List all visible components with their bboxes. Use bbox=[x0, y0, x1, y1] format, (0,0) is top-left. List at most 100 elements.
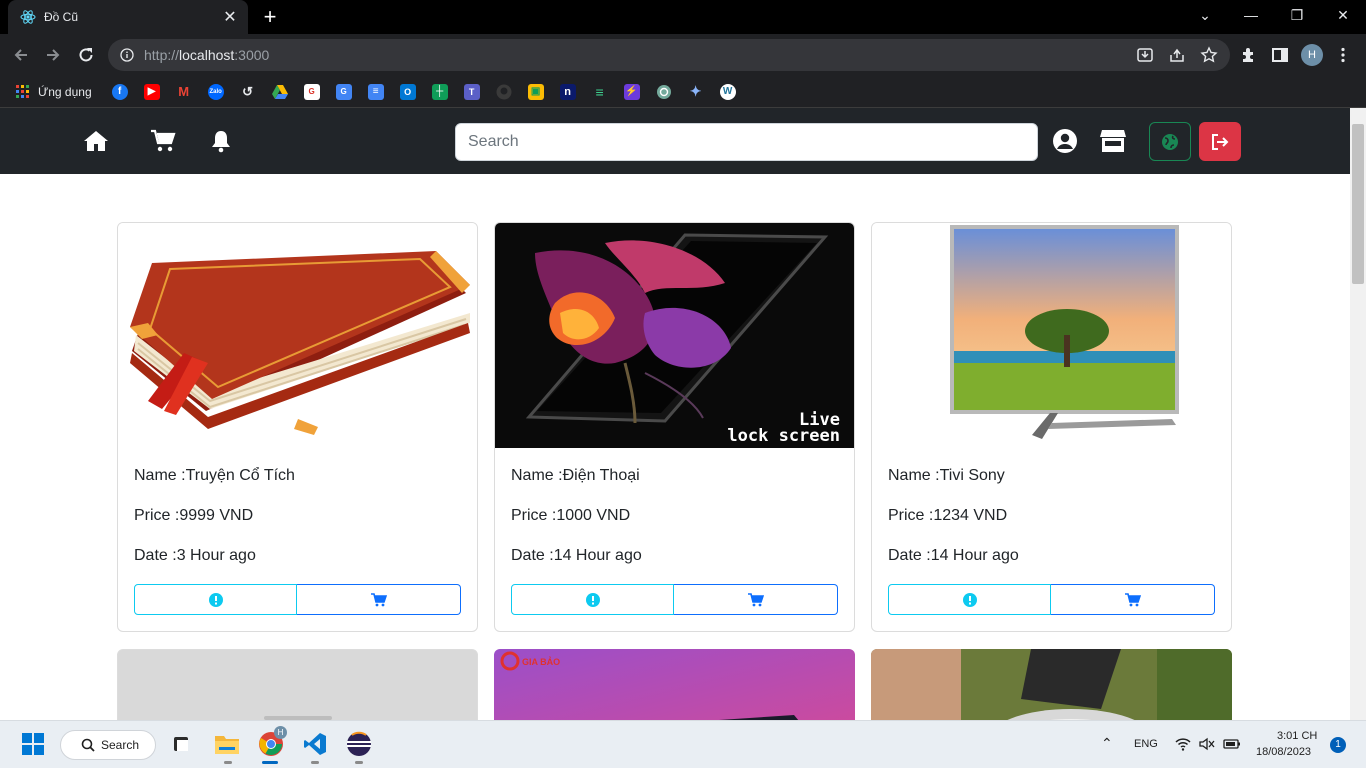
tab-close-icon[interactable]: ✕ bbox=[218, 7, 242, 27]
google-docs-icon[interactable]: ≡ bbox=[367, 83, 384, 100]
bookmark-apps-label: Ứng dụng bbox=[38, 84, 92, 99]
image-caption-lock-screen: lock screen bbox=[727, 426, 840, 446]
extensions-icon[interactable] bbox=[1239, 46, 1257, 64]
back-icon[interactable] bbox=[8, 42, 34, 68]
outlook-icon[interactable]: O bbox=[399, 83, 416, 100]
bookmark-apps[interactable]: Ứng dụng bbox=[16, 84, 92, 99]
google-translate-icon[interactable]: G bbox=[335, 83, 352, 100]
forward-icon[interactable] bbox=[40, 42, 66, 68]
wordpress-icon[interactable]: W bbox=[719, 83, 736, 100]
product-name: Name :Điện Thoại bbox=[511, 467, 640, 484]
restore-button[interactable]: ❐ bbox=[1274, 0, 1320, 30]
side-panel-icon[interactable] bbox=[1271, 46, 1289, 64]
google-drive-icon[interactable] bbox=[271, 83, 288, 100]
site-info-icon[interactable] bbox=[120, 48, 134, 62]
chatgpt-icon[interactable] bbox=[655, 83, 672, 100]
cart-icon[interactable] bbox=[150, 129, 176, 153]
logout-button[interactable] bbox=[1199, 122, 1241, 161]
product-card-partial[interactable] bbox=[117, 649, 478, 720]
install-icon[interactable] bbox=[1136, 46, 1154, 64]
details-button[interactable] bbox=[511, 584, 674, 615]
taskbar-search[interactable]: Search bbox=[60, 730, 156, 760]
google-classroom-icon[interactable]: ▣ bbox=[527, 83, 544, 100]
product-card: Name :Tivi Sony Price :1234 VND Date :14… bbox=[871, 222, 1232, 632]
windows-taskbar: Search H ⌃ ENG 3:01 CH 18/08/2023 1 bbox=[0, 720, 1366, 768]
show-hidden-icons-icon[interactable]: ⌃ bbox=[1101, 735, 1113, 752]
google-sheets-icon[interactable]: ┼ bbox=[431, 83, 448, 100]
facebook-icon[interactable]: f bbox=[111, 83, 128, 100]
history-icon[interactable]: ↺ bbox=[239, 83, 256, 100]
close-window-button[interactable]: ✕ bbox=[1320, 0, 1366, 30]
vscode-icon[interactable] bbox=[300, 729, 330, 759]
add-to-cart-button[interactable] bbox=[297, 584, 461, 615]
url-text: http://localhost:3000 bbox=[144, 47, 270, 63]
bookmark-star-icon[interactable] bbox=[1200, 46, 1218, 64]
browser-tab[interactable]: Đồ Cũ ✕ bbox=[8, 0, 248, 34]
store-icon[interactable] bbox=[1099, 128, 1127, 154]
product-image-tv[interactable] bbox=[872, 223, 1231, 448]
clock-date[interactable]: 18/08/2023 bbox=[1256, 746, 1311, 758]
stream-icon[interactable]: ≡ bbox=[591, 83, 608, 100]
zalo-icon[interactable]: Zalo bbox=[207, 83, 224, 100]
share-icon[interactable] bbox=[1168, 46, 1186, 64]
details-button[interactable] bbox=[134, 584, 297, 615]
notification-badge[interactable]: 1 bbox=[1330, 737, 1346, 753]
address-bar[interactable]: http://localhost:3000 bbox=[108, 39, 1230, 71]
add-to-cart-button[interactable] bbox=[1051, 584, 1215, 615]
site-navbar bbox=[0, 108, 1350, 174]
teams-icon[interactable]: T bbox=[463, 83, 480, 100]
eclipse-icon[interactable] bbox=[344, 729, 374, 759]
windows-start-icon[interactable] bbox=[18, 729, 48, 759]
user-circle-icon[interactable] bbox=[1052, 128, 1078, 154]
n-icon[interactable]: n bbox=[559, 83, 576, 100]
wifi-icon[interactable] bbox=[1175, 737, 1191, 751]
file-explorer-icon[interactable] bbox=[212, 729, 242, 759]
chrome-icon[interactable]: H bbox=[256, 726, 287, 759]
home-icon[interactable] bbox=[83, 129, 109, 153]
product-date: Date :14 Hour ago bbox=[888, 547, 1019, 564]
tab-title: Đồ Cũ bbox=[44, 10, 79, 24]
card-actions bbox=[511, 584, 838, 615]
volume-muted-icon[interactable] bbox=[1199, 737, 1215, 751]
profile-avatar[interactable]: H bbox=[1301, 44, 1323, 66]
product-price: Price :1234 VND bbox=[888, 507, 1008, 524]
apps-grid-icon bbox=[16, 84, 29, 98]
product-name: Name :Tivi Sony bbox=[888, 467, 1005, 484]
product-date: Date :14 Hour ago bbox=[511, 547, 642, 564]
product-price: Price :9999 VND bbox=[134, 507, 254, 524]
minimize-button[interactable]: — bbox=[1228, 0, 1274, 30]
browser-tab-strip: Đồ Cũ ✕ + ⌄ — ❐ ✕ bbox=[0, 0, 1366, 34]
task-view-icon[interactable] bbox=[166, 729, 196, 759]
cart-icon bbox=[370, 592, 387, 606]
menu-kebab-icon[interactable] bbox=[1334, 46, 1352, 64]
bell-icon[interactable] bbox=[208, 129, 234, 153]
exclamation-circle-icon bbox=[208, 592, 223, 607]
cart-icon bbox=[747, 592, 764, 606]
tab-search-icon[interactable]: ⌄ bbox=[1182, 0, 1228, 30]
details-button[interactable] bbox=[888, 584, 1051, 615]
battery-icon[interactable] bbox=[1223, 737, 1241, 751]
clock-time[interactable]: 3:01 CH bbox=[1277, 730, 1317, 742]
product-image-book[interactable] bbox=[118, 223, 477, 448]
sparkle-icon[interactable]: ✦ bbox=[687, 83, 704, 100]
github-icon[interactable] bbox=[495, 83, 512, 100]
lightning-icon[interactable]: ⚡ bbox=[623, 83, 640, 100]
language-button[interactable] bbox=[1149, 122, 1191, 161]
product-card-partial[interactable]: GIA BẢO bbox=[494, 649, 855, 720]
youtube-icon[interactable]: ▶ bbox=[143, 83, 160, 100]
bookmark-red-icon[interactable]: G bbox=[303, 83, 320, 100]
page-viewport: Name :Truyện Cổ Tích Price :9999 VND Dat… bbox=[0, 108, 1366, 720]
add-to-cart-button[interactable] bbox=[674, 584, 838, 615]
page-scrollbar[interactable] bbox=[1350, 108, 1366, 720]
gmail-icon[interactable]: M bbox=[175, 83, 192, 100]
new-tab-button[interactable]: + bbox=[258, 4, 282, 30]
product-card: Live lock screen Name :Điện Thoại Price … bbox=[494, 222, 855, 632]
product-image-phone[interactable]: Live lock screen bbox=[495, 223, 854, 448]
product-card-partial[interactable] bbox=[871, 649, 1232, 720]
language-indicator[interactable]: ENG bbox=[1134, 738, 1158, 750]
scrollbar-thumb[interactable] bbox=[1352, 124, 1364, 284]
cart-icon bbox=[1124, 592, 1141, 606]
reload-icon[interactable] bbox=[73, 42, 99, 68]
search-icon bbox=[81, 738, 95, 752]
search-input[interactable] bbox=[455, 123, 1038, 161]
